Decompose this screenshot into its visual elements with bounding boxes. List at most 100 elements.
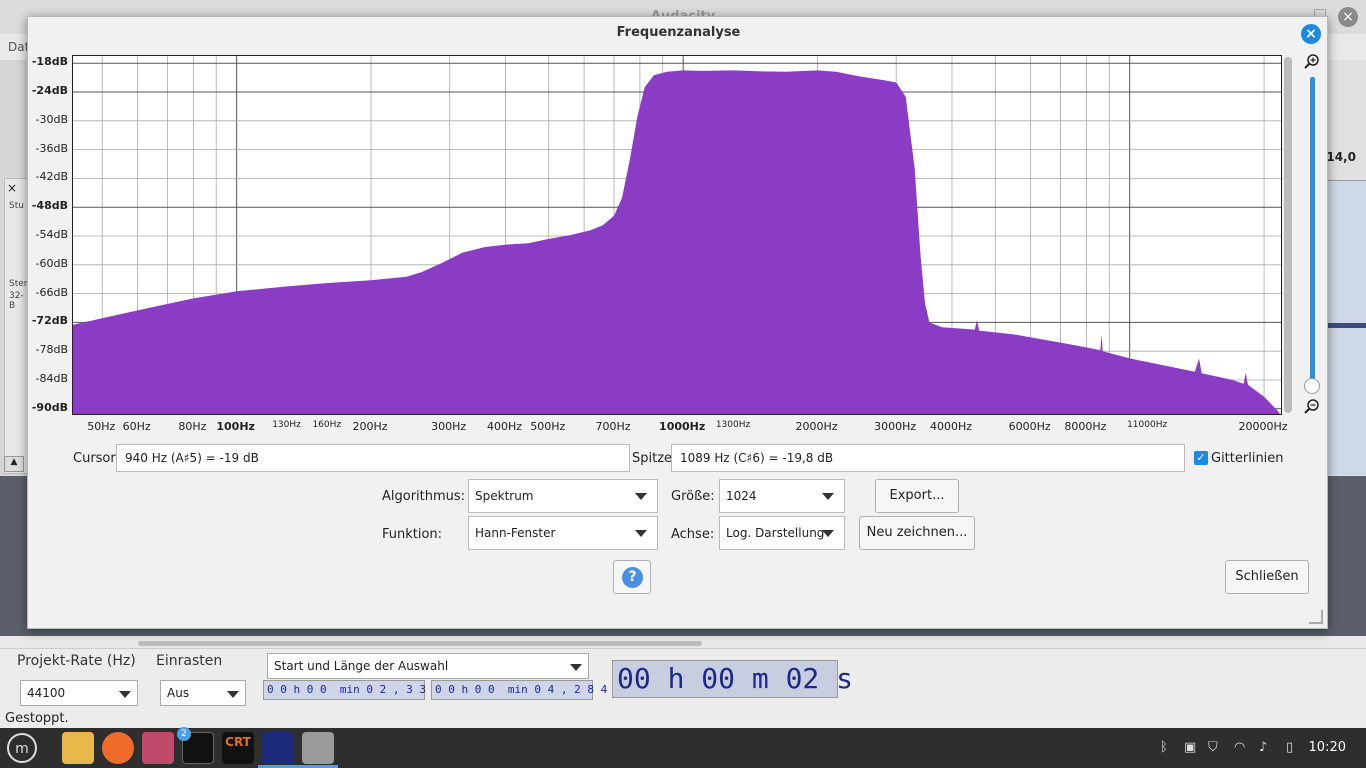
close-icon[interactable]: × bbox=[1301, 24, 1321, 44]
function-select[interactable]: Hann-Fenster bbox=[468, 516, 658, 550]
spectrum-plot[interactable] bbox=[72, 55, 1282, 415]
redraw-button[interactable]: Neu zeichnen... bbox=[859, 516, 975, 550]
mint-menu-icon[interactable]: m bbox=[6, 732, 38, 764]
svg-text:m: m bbox=[15, 741, 29, 757]
grid-checkbox[interactable]: ✓ bbox=[1194, 451, 1208, 465]
collapse-track-icon[interactable]: ▲ bbox=[4, 456, 24, 472]
chevron-down-icon bbox=[635, 493, 647, 500]
frequency-analysis-dialog: Frequenzanalyse × Cursor: 940 Hz (A♯5) =… bbox=[27, 16, 1328, 629]
timeline-value: 14,0 bbox=[1326, 150, 1356, 164]
y-tick-label: -42dB bbox=[35, 170, 69, 184]
snap-combo[interactable]: Aus bbox=[160, 680, 246, 706]
size-select[interactable]: 1024 bbox=[719, 479, 845, 513]
status-text: Gestoppt. bbox=[5, 711, 69, 726]
zoom-out-icon[interactable] bbox=[1304, 399, 1320, 415]
status-bar bbox=[0, 708, 1366, 728]
battery-icon[interactable]: ▯ bbox=[1286, 740, 1293, 755]
x-tick-label: 500Hz bbox=[530, 420, 566, 433]
audacity-icon[interactable] bbox=[258, 732, 298, 768]
dialog-title: Frequenzanalyse bbox=[616, 25, 741, 40]
peak-label: Spitze: bbox=[632, 451, 677, 466]
track-info-fragment: Ster bbox=[9, 279, 28, 289]
zoom-in-icon[interactable] bbox=[1304, 54, 1320, 70]
wifi-icon[interactable]: ◠ bbox=[1234, 740, 1245, 755]
notification-badge: 2 bbox=[177, 727, 191, 741]
x-tick-label: 100Hz bbox=[216, 420, 255, 433]
waveform-track[interactable] bbox=[1328, 180, 1366, 475]
cursor-field[interactable]: 940 Hz (A♯5) = -19 dB bbox=[116, 444, 630, 472]
x-tick-label: 50Hz bbox=[87, 420, 116, 433]
axis-label: Achse: bbox=[671, 527, 715, 542]
algorithm-value: Spektrum bbox=[475, 489, 534, 503]
x-tick-label: 130Hz bbox=[272, 420, 301, 430]
chevron-down-icon bbox=[119, 691, 131, 698]
shield-icon[interactable]: ⛉ bbox=[1208, 740, 1218, 755]
spectrum-svg bbox=[73, 56, 1281, 414]
y-tick-label: -30dB bbox=[35, 112, 69, 126]
y-tick-label: -60dB bbox=[35, 256, 69, 270]
speaker-app-icon[interactable] bbox=[298, 732, 338, 768]
cursor-label: Cursor: bbox=[73, 451, 120, 466]
zoom-slider-handle[interactable] bbox=[1304, 378, 1320, 394]
resize-grip-icon[interactable] bbox=[1309, 610, 1323, 624]
y-tick-label: -18dB bbox=[31, 55, 68, 69]
plot-vertical-scrollbar[interactable] bbox=[1284, 57, 1292, 413]
track-close-icon[interactable]: × bbox=[7, 181, 17, 195]
project-rate-combo[interactable]: 44100 bbox=[20, 680, 138, 706]
x-tick-label: 200Hz bbox=[352, 420, 388, 433]
app-close-icon[interactable]: × bbox=[1338, 7, 1358, 27]
algorithm-label: Algorithmus: bbox=[382, 489, 466, 504]
axis-select[interactable]: Log. Darstellung bbox=[719, 516, 845, 550]
close-button[interactable]: Schließen bbox=[1225, 560, 1309, 594]
audio-position-time[interactable]: 00 h 00 m 02 s bbox=[612, 660, 853, 698]
firefox-icon[interactable] bbox=[102, 732, 134, 764]
peak-field[interactable]: 1089 Hz (C♯6) = -19,8 dB bbox=[671, 444, 1185, 472]
export-button[interactable]: Export... bbox=[875, 479, 959, 513]
function-label: Funktion: bbox=[382, 527, 443, 542]
chevron-down-icon bbox=[570, 664, 582, 671]
project-rate-value: 44100 bbox=[27, 686, 66, 700]
grid-label[interactable]: Gitterlinien bbox=[1211, 451, 1284, 466]
y-tick-label: -36dB bbox=[35, 141, 69, 155]
y-tick-label: -48dB bbox=[31, 199, 68, 213]
files-icon[interactable] bbox=[62, 732, 94, 764]
selection-mode-value: Start und Länge der Auswahl bbox=[274, 659, 449, 673]
help-button[interactable]: ? bbox=[613, 560, 651, 594]
taskbar: m 2 CRT ᛒ ▣ ⛉ ◠ ♪ ▯ 10:20 bbox=[0, 727, 1366, 768]
help-icon: ? bbox=[622, 567, 643, 588]
snap-label: Einrasten bbox=[156, 653, 223, 669]
selection-mode-combo[interactable]: Start und Länge der Auswahl bbox=[267, 653, 589, 679]
clock[interactable]: 10:20 bbox=[1309, 740, 1346, 755]
x-tick-label: 20000Hz bbox=[1238, 420, 1288, 433]
y-tick-label: -72dB bbox=[31, 314, 68, 328]
clipboard-icon[interactable]: ▣ bbox=[1184, 740, 1196, 755]
zoom-slider-track[interactable] bbox=[1310, 77, 1315, 385]
x-tick-label: 3000Hz bbox=[874, 420, 917, 433]
horizontal-scrollbar[interactable] bbox=[138, 641, 702, 646]
selection-length-time[interactable]: 0 0 h 0 0 min 0 4 , 2 8 4 s bbox=[431, 680, 627, 700]
x-tick-label: 1300Hz bbox=[715, 420, 751, 430]
bluetooth-icon[interactable]: ᛒ bbox=[1160, 740, 1168, 755]
chevron-down-icon bbox=[227, 691, 239, 698]
axis-value: Log. Darstellung bbox=[726, 526, 825, 540]
chevron-down-icon bbox=[822, 530, 834, 537]
y-tick-label: -54dB bbox=[35, 228, 69, 241]
crt-app-icon[interactable]: CRT bbox=[222, 732, 254, 764]
size-label: Größe: bbox=[671, 489, 715, 504]
volume-icon[interactable]: ♪ bbox=[1259, 740, 1267, 755]
thermometer-icon[interactable] bbox=[142, 732, 174, 764]
y-tick-label: -24dB bbox=[31, 84, 68, 97]
spectrum-area bbox=[73, 70, 1281, 414]
x-tick-label: 80Hz bbox=[178, 420, 207, 433]
track-name-fragment: Stu bbox=[9, 201, 24, 211]
algorithm-select[interactable]: Spektrum bbox=[468, 479, 658, 513]
y-tick-label: -84dB bbox=[35, 372, 69, 385]
y-tick-label: -78dB bbox=[35, 343, 69, 357]
x-tick-label: 60Hz bbox=[122, 420, 151, 433]
x-tick-label: 2000Hz bbox=[795, 420, 838, 433]
crt-label: CRT bbox=[225, 735, 251, 749]
track-control-panel[interactable]: × Stu Ster 32-B bbox=[4, 178, 28, 474]
terminal-icon[interactable]: 2 bbox=[177, 727, 214, 764]
x-tick-label: 6000Hz bbox=[1008, 420, 1051, 433]
selection-start-time[interactable]: 0 0 h 0 0 min 0 2 , 3 3 4 s bbox=[263, 680, 459, 700]
